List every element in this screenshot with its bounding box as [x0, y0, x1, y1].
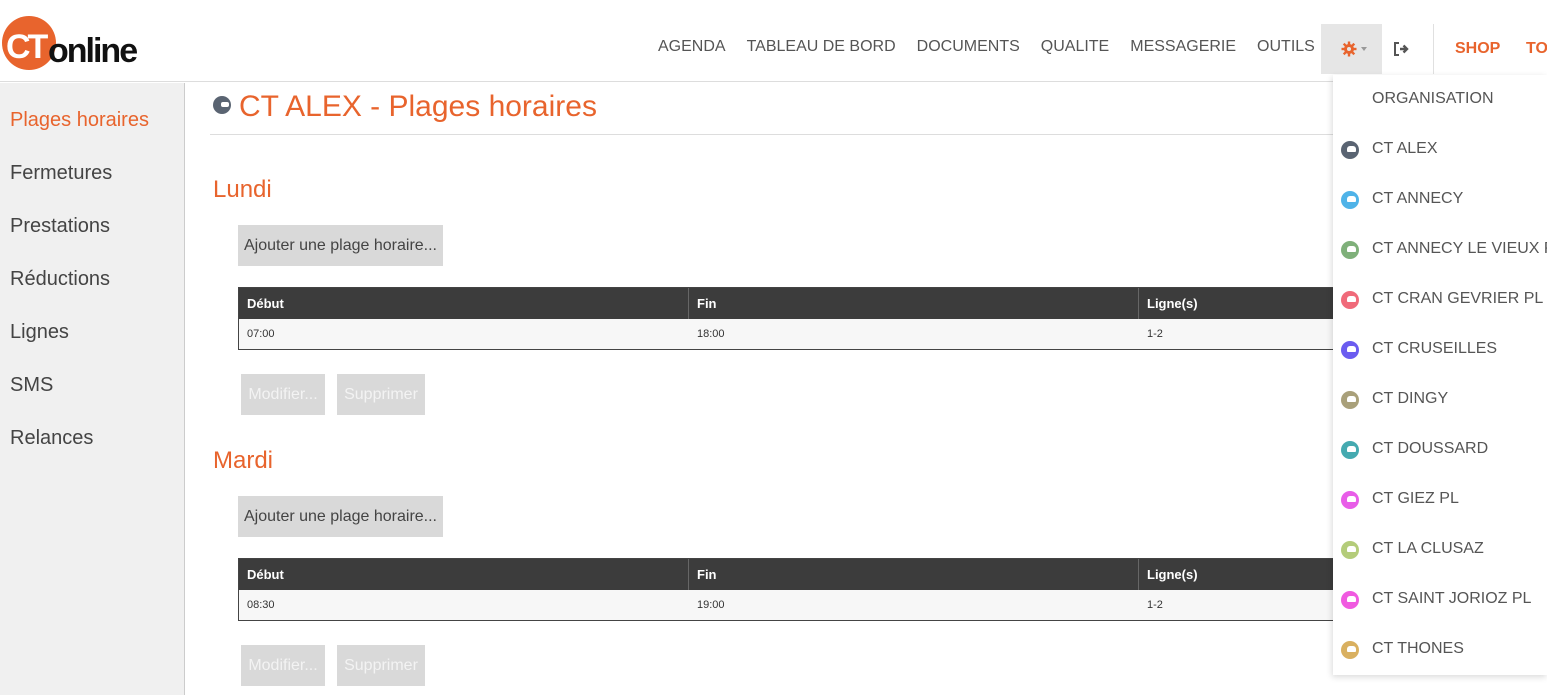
nav-messagerie[interactable]: MESSAGERIE — [1130, 38, 1236, 62]
add-time-slot-button[interactable]: Ajouter une plage horaire... — [238, 225, 443, 266]
nav-shop[interactable]: SHOP — [1455, 40, 1500, 58]
dropdown-item-center[interactable]: CT ANNECY — [1333, 175, 1547, 225]
main-nav: AGENDA TABLEAU DE BORD DOCUMENTS QUALITE… — [658, 38, 1336, 62]
table-header: Début Fin Ligne(s) — [239, 559, 1337, 590]
sidebar-item-lignes[interactable]: Lignes — [10, 321, 69, 344]
cell-fin: 19:00 — [697, 599, 725, 611]
nav-tableau-de-bord[interactable]: TABLEAU DE BORD — [747, 38, 896, 62]
time-slot-table: Début Fin Ligne(s) 07:00 18:00 1-2 — [238, 287, 1338, 350]
nav-agenda[interactable]: AGENDA — [658, 38, 726, 62]
dropdown-item-label: CT LA CLUSAZ — [1372, 540, 1484, 557]
dropdown-item-label: CT ANNECY — [1372, 190, 1464, 207]
modify-button[interactable]: Modifier... — [241, 374, 325, 415]
delete-button[interactable]: Supprimer — [337, 645, 425, 686]
sidebar-item-fermetures[interactable]: Fermetures — [10, 162, 112, 185]
dropdown-item-label: CT ALEX — [1372, 140, 1438, 157]
dropdown-item-center[interactable]: CT ALEX — [1333, 125, 1547, 175]
dropdown-item-label: CT DINGY — [1372, 390, 1449, 407]
column-header-fin[interactable]: Fin — [689, 559, 1139, 590]
dropdown-item-center[interactable]: CT LA CLUSAZ — [1333, 525, 1547, 575]
dropdown-item-center[interactable]: CT CRAN GEVRIER PL — [1333, 275, 1547, 325]
cell-fin: 18:00 — [697, 328, 725, 340]
logo-ct-text: CT — [6, 28, 48, 66]
nav-documents[interactable]: DOCUMENTS — [917, 38, 1020, 62]
sidebar-item-reductions[interactable]: Réductions — [10, 268, 110, 291]
cell-debut: 08:30 — [247, 599, 275, 611]
dropdown-item-label: CT ANNECY LE VIEUX P — [1372, 240, 1547, 257]
nav-divider — [1433, 24, 1434, 74]
add-time-slot-button[interactable]: Ajouter une plage horaire... — [238, 496, 443, 537]
column-header-lignes[interactable]: Ligne(s) — [1139, 559, 1339, 590]
organisation-dropdown-menu: ORGANISATION CT ALEX CT ANNECY CT ANNECY L… — [1333, 75, 1547, 675]
dropdown-item-center[interactable]: CT CRUSEILLES — [1333, 325, 1547, 375]
chevron-down-icon — [1361, 47, 1367, 51]
sidebar-item-sms[interactable]: SMS — [10, 374, 53, 397]
dropdown-item-center[interactable]: CT SAINT JORIOZ PL — [1333, 575, 1547, 625]
delete-button[interactable]: Supprimer — [337, 374, 425, 415]
dropdown-item-label: CT SAINT JORIOZ PL — [1372, 590, 1532, 607]
dropdown-item-label: CT CRUSEILLES — [1372, 340, 1498, 357]
center-color-icon — [1341, 641, 1359, 659]
cell-debut: 07:00 — [247, 328, 275, 340]
dropdown-item-center[interactable]: CT ANNECY LE VIEUX P — [1333, 225, 1547, 275]
dropdown-item-center[interactable]: CT DINGY — [1333, 375, 1547, 425]
sidebar-item-plages-horaires[interactable]: Plages horaires — [10, 109, 149, 132]
column-header-debut[interactable]: Début — [239, 288, 689, 319]
dropdown-item-label: CT GIEZ PL — [1372, 490, 1459, 507]
center-color-icon — [1341, 191, 1359, 209]
dropdown-item-center[interactable]: CT THONES — [1333, 625, 1547, 675]
modify-button[interactable]: Modifier... — [241, 645, 325, 686]
sidebar-item-relances[interactable]: Relances — [10, 427, 93, 450]
center-icon — [213, 96, 231, 114]
settings-dropdown-button[interactable] — [1321, 24, 1382, 74]
day-title-lundi: Lundi — [213, 176, 272, 203]
center-color-icon — [1341, 491, 1359, 509]
sidebar: Plages horaires Fermetures Prestations R… — [0, 83, 185, 695]
dropdown-item-center[interactable]: CT GIEZ PL — [1333, 475, 1547, 525]
nav-truncated-item[interactable]: TO — [1526, 40, 1547, 58]
center-color-icon — [1341, 291, 1359, 309]
top-navbar: CT online AGENDA TABLEAU DE BORD DOCUMEN… — [0, 0, 1547, 82]
center-color-icon — [1341, 141, 1359, 159]
center-color-icon — [1341, 541, 1359, 559]
dropdown-item-label: ORGANISATION — [1372, 90, 1494, 107]
day-title-mardi: Mardi — [213, 447, 274, 474]
page-header: CT ALEX - Plages horaires — [210, 83, 1340, 135]
dropdown-item-label: CT DOUSSARD — [1372, 440, 1489, 457]
column-header-lignes[interactable]: Ligne(s) — [1139, 288, 1339, 319]
center-color-icon — [1341, 441, 1359, 459]
time-slot-table: Début Fin Ligne(s) 08:30 19:00 1-2 — [238, 558, 1338, 621]
dropdown-item-center[interactable]: CT DOUSSARD — [1333, 425, 1547, 475]
cell-lignes: 1-2 — [1147, 599, 1163, 611]
logout-icon[interactable] — [1392, 40, 1410, 58]
page-title: CT ALEX - Plages horaires — [239, 90, 597, 123]
ctonline-logo[interactable]: CT online — [0, 8, 148, 74]
dropdown-item-label: CT CRAN GEVRIER PL — [1372, 290, 1544, 307]
column-header-fin[interactable]: Fin — [689, 288, 1139, 319]
table-row[interactable]: 08:30 19:00 1-2 — [239, 590, 1337, 620]
center-color-icon — [1341, 341, 1359, 359]
cell-lignes: 1-2 — [1147, 328, 1163, 340]
dropdown-item-organisation[interactable]: ORGANISATION — [1333, 75, 1547, 125]
column-header-debut[interactable]: Début — [239, 559, 689, 590]
logo-online-text: online — [48, 32, 138, 70]
table-row[interactable]: 07:00 18:00 1-2 — [239, 319, 1337, 349]
gear-icon — [1341, 41, 1357, 57]
center-color-icon — [1341, 391, 1359, 409]
nav-outils[interactable]: OUTILS — [1257, 38, 1315, 62]
dropdown-item-label: CT THONES — [1372, 640, 1464, 657]
table-header: Début Fin Ligne(s) — [239, 288, 1337, 319]
sidebar-item-prestations[interactable]: Prestations — [10, 215, 110, 238]
center-color-icon — [1341, 241, 1359, 259]
nav-qualite[interactable]: QUALITE — [1041, 38, 1109, 62]
center-color-icon — [1341, 591, 1359, 609]
